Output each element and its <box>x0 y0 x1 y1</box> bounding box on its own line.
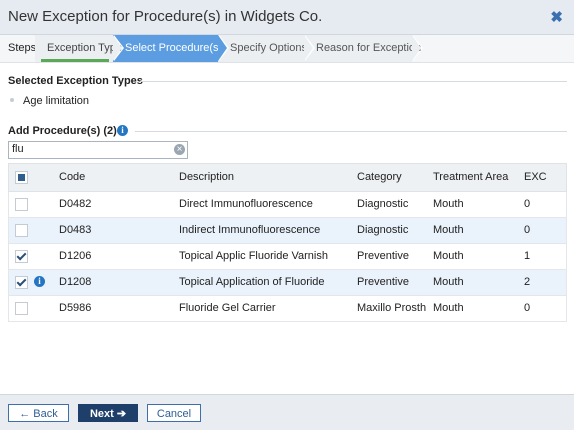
cell-code: D5986 <box>59 302 92 314</box>
grid-header: Code Description Category Treatment Area… <box>8 163 567 192</box>
cell-treatment-area: Mouth <box>433 224 464 236</box>
cell-treatment-area: Mouth <box>433 250 464 262</box>
cell-category: Diagnostic <box>357 224 409 236</box>
step-exception-type[interactable]: Exception Type <box>35 35 124 62</box>
step-label: Exception Type <box>47 42 123 54</box>
back-button[interactable]: ← Back <box>8 404 69 422</box>
row-checkbox[interactable] <box>15 302 28 315</box>
row-checkbox[interactable] <box>15 250 28 263</box>
header-code[interactable]: Code <box>59 164 85 191</box>
add-procedures-heading: Add Procedure(s) (2) <box>8 125 117 137</box>
cell-code: D0483 <box>59 224 92 236</box>
row-checkbox[interactable] <box>15 276 28 289</box>
info-icon[interactable]: i <box>117 125 128 136</box>
cell-exc: 2 <box>524 276 531 288</box>
cell-code: D0482 <box>59 198 92 210</box>
divider <box>140 81 567 82</box>
cell-exc: 1 <box>524 250 531 262</box>
header-exc[interactable]: EXC <box>524 164 547 191</box>
cell-treatment-area: Mouth <box>433 276 464 288</box>
selected-types-heading: Selected Exception Types <box>8 75 143 87</box>
next-button[interactable]: Next ➔ <box>78 404 138 422</box>
header-treatment-area[interactable]: Treatment Area <box>433 164 508 191</box>
row-checkbox[interactable] <box>15 198 28 211</box>
header-description[interactable]: Description <box>179 164 234 191</box>
steps-label: Steps <box>8 42 37 54</box>
cell-treatment-area: Mouth <box>433 302 464 314</box>
cell-exc: 0 <box>524 302 531 314</box>
info-icon[interactable]: i <box>34 276 45 287</box>
step-label: Specify Options <box>230 42 308 54</box>
table-row[interactable]: D5986 Fluoride Gel Carrier Maxillo Prost… <box>8 296 567 322</box>
cell-category: Maxillo Prosth <box>357 302 427 314</box>
wizard-steps: Steps Exception Type Select Procedure(s)… <box>0 35 574 63</box>
cancel-button[interactable]: Cancel <box>147 404 201 422</box>
table-row[interactable]: D1206 Topical Applic Fluoride Varnish Pr… <box>8 244 567 270</box>
table-row[interactable]: D0482 Direct Immunofluorescence Diagnost… <box>8 192 567 218</box>
search-input[interactable] <box>9 142 172 156</box>
bullet-icon <box>10 98 14 102</box>
step-complete-indicator <box>41 59 109 62</box>
step-reason-for-exception[interactable]: Reason for Exception <box>304 35 423 62</box>
cell-description: Direct Immunofluorescence <box>179 198 313 210</box>
table-row[interactable]: i D1208 Topical Application of Fluoride … <box>8 270 567 296</box>
clear-icon[interactable]: × <box>174 144 185 155</box>
step-label: Select Procedure(s) <box>125 42 223 54</box>
dialog-footer: ← Back Next ➔ Cancel <box>0 394 574 430</box>
dialog-titlebar: New Exception for Procedure(s) in Widget… <box>0 0 574 35</box>
step-select-procedures[interactable]: Select Procedure(s) <box>113 35 229 62</box>
cell-code: D1208 <box>59 276 92 288</box>
select-all-checkbox[interactable] <box>15 171 28 184</box>
procedures-grid: Code Description Category Treatment Area… <box>8 163 567 322</box>
exception-type-item: Age limitation <box>23 95 90 107</box>
cell-category: Preventive <box>357 276 409 288</box>
dialog-title: New Exception for Procedure(s) in Widget… <box>8 8 323 25</box>
cell-description: Fluoride Gel Carrier <box>179 302 276 314</box>
table-row[interactable]: D0483 Indirect Immunofluorescence Diagno… <box>8 218 567 244</box>
cell-exc: 0 <box>524 198 531 210</box>
close-icon[interactable]: ✖ <box>550 8 563 26</box>
cell-description: Topical Application of Fluoride <box>179 276 325 288</box>
header-category[interactable]: Category <box>357 164 402 191</box>
cell-exc: 0 <box>524 224 531 236</box>
row-checkbox[interactable] <box>15 224 28 237</box>
divider <box>135 131 567 132</box>
cell-treatment-area: Mouth <box>433 198 464 210</box>
cell-description: Topical Applic Fluoride Varnish <box>179 250 328 262</box>
procedure-search: × <box>8 141 188 159</box>
cell-category: Diagnostic <box>357 198 409 210</box>
cell-description: Indirect Immunofluorescence <box>179 224 321 236</box>
cell-code: D1206 <box>59 250 92 262</box>
step-specify-options[interactable]: Specify Options <box>218 35 315 62</box>
step-label: Reason for Exception <box>316 42 422 54</box>
cell-category: Preventive <box>357 250 409 262</box>
